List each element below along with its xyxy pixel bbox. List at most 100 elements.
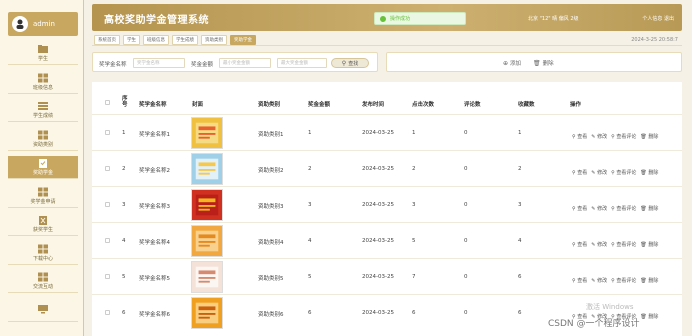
sidebar-item-label: 资助类别 (32, 141, 53, 148)
search-button[interactable]: ⚲ 查找 (331, 58, 369, 68)
delete-button[interactable]: 🗑 删除 (533, 59, 554, 68)
view-comments-button[interactable]: ⚲ 查看评论 (611, 132, 636, 142)
grid-icon (37, 130, 49, 140)
row-date: 2024-03-25 (362, 310, 394, 316)
activate-windows-watermark: 激活 Windows (586, 303, 634, 311)
action-label: 查看 (577, 242, 588, 248)
row-favorites: 2 (518, 166, 522, 172)
row-checkbox[interactable] (105, 310, 110, 315)
view-comments-button[interactable]: ⚲ 查看评论 (611, 168, 636, 178)
row-checkbox[interactable] (105, 130, 110, 135)
comment-search-icon: ⚲ (611, 278, 615, 284)
row-delete-button[interactable]: 🗑 删除 (640, 168, 658, 178)
action-label: 删除 (648, 134, 659, 140)
row-checkbox[interactable] (105, 166, 110, 171)
edit-button[interactable]: ✎ 修改 (591, 276, 607, 286)
view-button[interactable]: ⚲ 查看 (572, 204, 587, 214)
row-index: 4 (122, 238, 126, 244)
trash-icon: 🗑 (640, 170, 647, 176)
view-button[interactable]: ⚲ 查看 (572, 240, 587, 250)
sidebar-item-10[interactable] (8, 298, 78, 322)
view-button[interactable]: ⚲ 查看 (572, 132, 587, 142)
cover-image (191, 189, 223, 221)
row-name: 奖学金名称1 (139, 132, 170, 138)
action-label: 删除 (648, 206, 659, 212)
row-delete-button[interactable]: 🗑 删除 (640, 132, 658, 142)
edit-button[interactable]: ✎ 修改 (591, 240, 607, 250)
search-button-label: 查找 (348, 60, 359, 67)
grid-icon (37, 73, 49, 83)
trash-icon: 🗑 (640, 242, 647, 248)
cover-image (191, 297, 223, 329)
row-actions: ⚲ 查看 ✎ 修改 ⚲ 查看评论 🗑 删除 (572, 267, 682, 286)
sidebar-item-4[interactable]: 资助类别 (8, 127, 78, 151)
sidebar-item-6[interactable]: 奖学金申请 (8, 184, 78, 208)
row-clicks: 2 (412, 166, 416, 172)
add-button[interactable]: ⊕ 添加 (503, 59, 521, 68)
view-button[interactable]: ⚲ 查看 (572, 168, 587, 178)
edit-icon: ✎ (591, 134, 596, 140)
datetime: 2024-3-25 20:58:7 (631, 37, 678, 43)
table-row: 4 奖学金名称4 资助类别4 4 2024-03-25 5 0 4 ⚲ 查看 ✎ 修改 ⚲ 查看评论… (92, 222, 682, 258)
row-checkbox[interactable] (105, 274, 110, 279)
view-button[interactable]: ⚲ 查看 (572, 276, 587, 286)
sidebar-item-5[interactable]: 奖助学金 (8, 156, 78, 179)
sidebar-item-7[interactable]: 获奖学生 (8, 213, 78, 236)
row-category: 资助类别4 (258, 240, 284, 246)
table-row: 3 奖学金名称3 资助类别3 3 2024-03-25 3 0 3 ⚲ 查看 ✎ 修改 ⚲ 查看评论… (92, 186, 682, 222)
row-category: 资助类别2 (258, 168, 284, 174)
action-label: 查看评论 (616, 170, 637, 176)
action-label: 修改 (597, 170, 608, 176)
amount-min-input[interactable]: 最小奖金金额 (219, 58, 271, 68)
row-clicks: 1 (412, 130, 416, 136)
search-icon: ⚲ (572, 134, 576, 140)
breadcrumb-item[interactable]: 资助类别 (201, 35, 227, 45)
row-delete-button[interactable]: 🗑 删除 (640, 276, 658, 286)
edit-button[interactable]: ✎ 修改 (591, 168, 607, 178)
header-amount: 奖金金额 (308, 102, 331, 108)
view-comments-button[interactable]: ⚲ 查看评论 (611, 204, 636, 214)
monitor-icon (37, 304, 49, 314)
sidebar-item-8[interactable]: 下载中心 (8, 241, 78, 265)
action-panel: ⊕ 添加 🗑 删除 (386, 52, 682, 72)
sidebar-item-3[interactable]: 学生成绩 (8, 99, 78, 122)
select-all-checkbox[interactable] (105, 100, 110, 105)
search-icon: ⚲ (572, 242, 576, 248)
comment-search-icon: ⚲ (611, 170, 615, 176)
cover-image (191, 261, 223, 293)
grid-icon (37, 244, 49, 254)
breadcrumb-item[interactable]: 班级信息 (143, 35, 169, 45)
breadcrumb-item[interactable]: 奖助学金 (230, 35, 256, 45)
user-menu[interactable]: 个人信息 退出 (642, 15, 674, 22)
sidebar-item-9[interactable]: 交流互动 (8, 270, 78, 293)
sidebar-item-2[interactable]: 班级信息 (8, 70, 78, 94)
row-checkbox[interactable] (105, 238, 110, 243)
edit-button[interactable]: ✎ 修改 (591, 132, 607, 142)
row-delete-button[interactable]: 🗑 删除 (640, 204, 658, 214)
edit-button[interactable]: ✎ 修改 (591, 204, 607, 214)
trash-icon: 🗑 (533, 59, 541, 67)
sidebar-item-label: 交流互动 (32, 284, 53, 290)
row-checkbox[interactable] (105, 202, 110, 207)
row-clicks: 5 (412, 238, 416, 244)
row-delete-button[interactable]: 🗑 删除 (640, 240, 658, 250)
breadcrumb-item[interactable]: 学生 (123, 35, 140, 45)
name-search-input[interactable]: 奖学金名称 (133, 58, 185, 68)
breadcrumb-item[interactable]: 系统首页 (94, 35, 120, 45)
amount-max-input[interactable]: 最大奖金金额 (277, 58, 327, 68)
row-date: 2024-03-25 (362, 238, 394, 244)
view-comments-button[interactable]: ⚲ 查看评论 (611, 276, 636, 286)
search-icon: ⚲ (572, 206, 576, 212)
sidebar: admin 学生班级信息学生成绩资助类别奖助学金奖学金申请获奖学生下载中心交流互… (0, 0, 84, 336)
row-clicks: 6 (412, 310, 416, 316)
row-name: 奖学金名称2 (139, 168, 170, 174)
row-amount: 1 (308, 130, 312, 136)
row-clicks: 7 (412, 274, 416, 280)
row-favorites: 3 (518, 202, 522, 208)
user-profile[interactable]: admin (8, 12, 78, 36)
row-delete-button[interactable]: 🗑 删除 (640, 312, 658, 322)
breadcrumb-item[interactable]: 学生成绩 (172, 35, 198, 45)
sidebar-item-1[interactable]: 学生 (8, 42, 78, 65)
check-circle-icon (380, 15, 386, 22)
view-comments-button[interactable]: ⚲ 查看评论 (611, 240, 636, 250)
